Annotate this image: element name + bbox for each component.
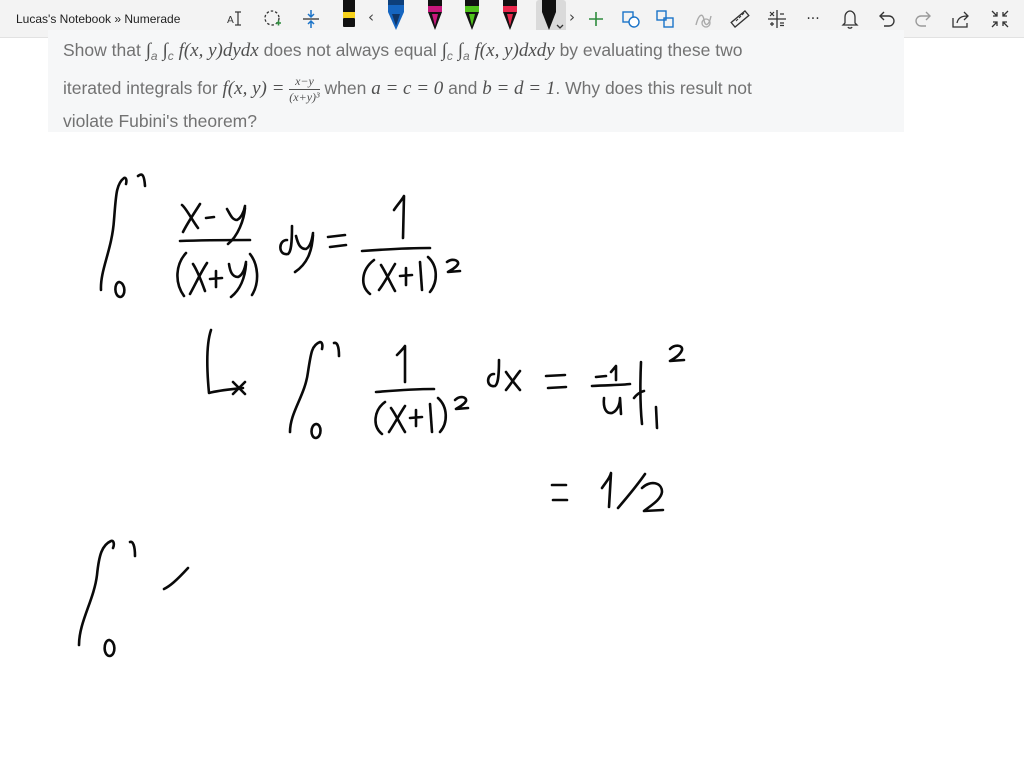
ink-integral-3 — [77, 539, 190, 658]
ink-canvas[interactable] — [0, 0, 1024, 768]
ink-integral-2 — [206, 328, 686, 513]
ink-integral-1 — [99, 173, 462, 299]
